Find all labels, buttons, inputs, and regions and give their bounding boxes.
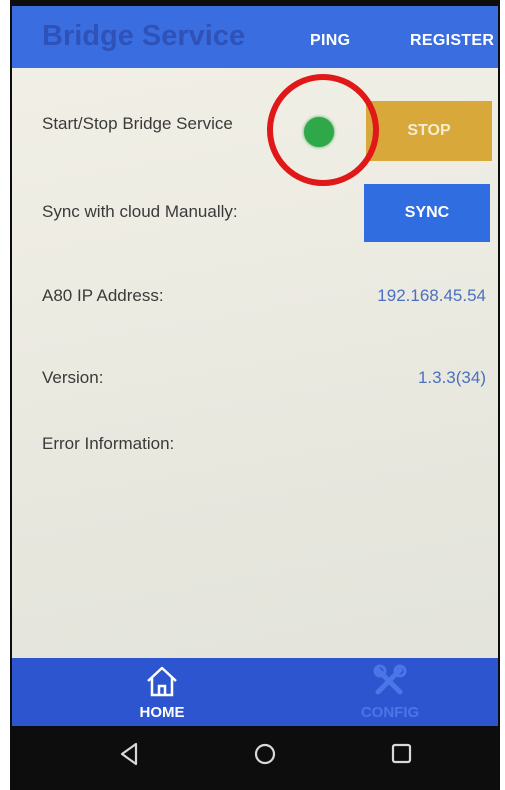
app-bar: Bridge Service PING REGISTER <box>12 6 498 68</box>
ip-label: A80 IP Address: <box>42 286 164 305</box>
register-button[interactable]: REGISTER <box>410 32 494 50</box>
nav-label-config: CONFIG <box>360 704 420 721</box>
phone-device: Bridge Service PING REGISTER Start/Stop … <box>10 0 500 790</box>
nav-item-home[interactable]: HOME <box>102 658 222 726</box>
version-value: 1.3.3(34) <box>417 368 486 387</box>
sync-label: Sync with cloud Manually: <box>42 202 238 221</box>
annotation-circle <box>267 74 379 186</box>
ping-button[interactable]: PING <box>310 32 350 50</box>
nav-item-config[interactable]: CONFIG <box>330 658 450 726</box>
system-navigation-bar <box>10 726 500 790</box>
stop-button[interactable]: STOP <box>366 101 492 161</box>
ip-value: 192.168.45.54 <box>377 286 486 305</box>
service-label: Start/Stop Bridge Service <box>42 114 233 133</box>
sync-button[interactable]: SYNC <box>364 184 490 242</box>
bottom-navigation: HOME CONFIG <box>12 658 498 726</box>
home-icon <box>147 666 177 697</box>
home-circle-icon[interactable] <box>245 734 285 774</box>
back-icon[interactable] <box>110 734 150 774</box>
error-label: Error Information: <box>42 434 175 453</box>
app-screen: Bridge Service PING REGISTER Start/Stop … <box>12 6 498 726</box>
nav-label-home: HOME <box>139 704 185 721</box>
recents-icon[interactable] <box>382 734 422 774</box>
tools-icon <box>373 664 407 695</box>
version-label: Version: <box>42 368 104 387</box>
page-title: Bridge Service <box>42 20 246 52</box>
